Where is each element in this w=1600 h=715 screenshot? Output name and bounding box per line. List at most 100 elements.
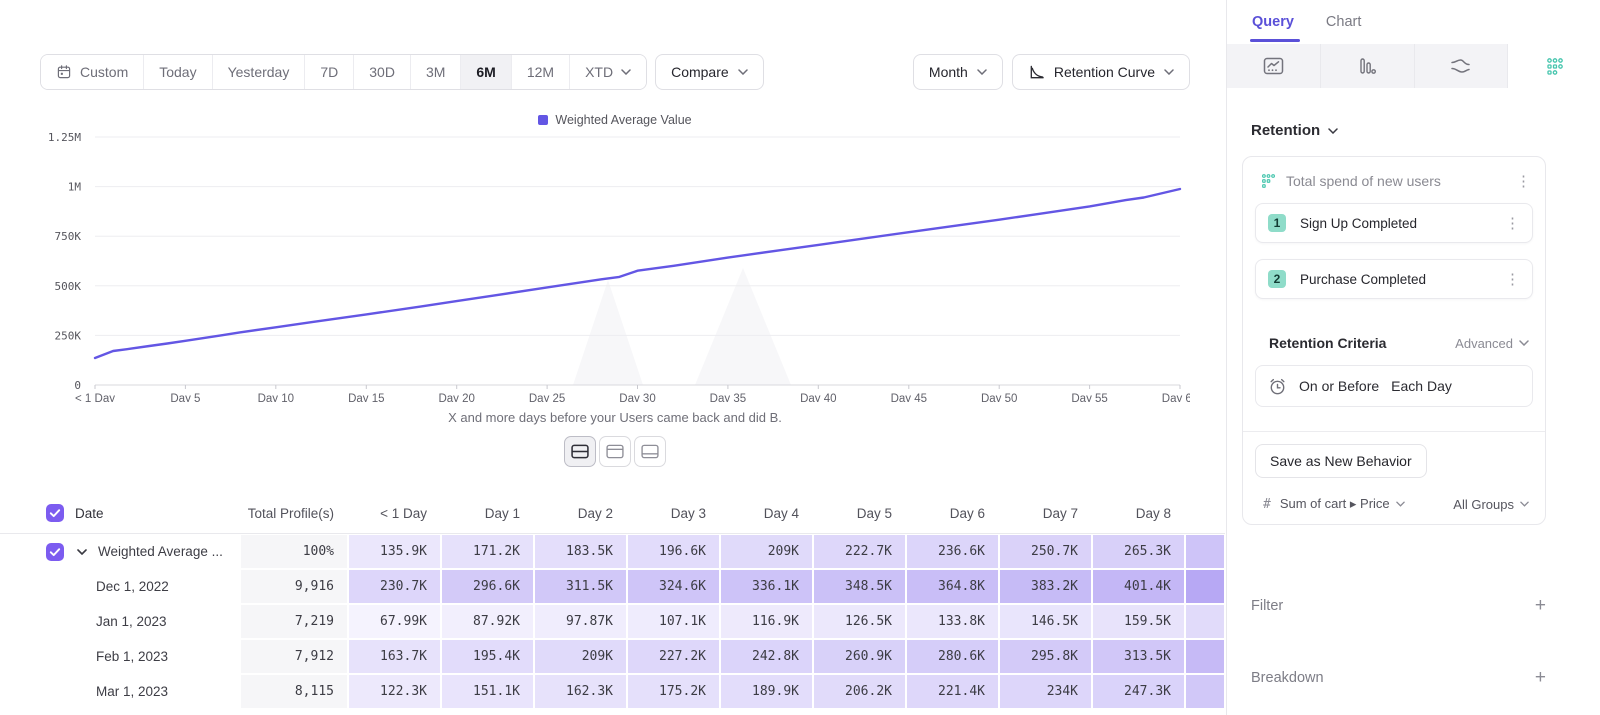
criteria-condition-label: On or Before	[1299, 378, 1379, 394]
range-12m[interactable]: 12M	[512, 55, 570, 89]
chart-type-button[interactable]: Retention Curve	[1012, 54, 1190, 90]
range-yesterday[interactable]: Yesterday	[213, 55, 306, 89]
retention-cell: 250.7K	[999, 534, 1092, 569]
column-header: Day 1	[441, 493, 534, 533]
svg-text:Day 30: Day 30	[619, 393, 655, 402]
row-label: Weighted Average ...	[87, 544, 223, 559]
table-row: Feb 1, 20237,912163.7K195.4K209K227.2K24…	[0, 639, 1225, 674]
behavior-card: Total spend of new users ⋮ 1 Sign Up Com…	[1242, 156, 1546, 525]
retention-cell: 107.1K	[627, 604, 720, 639]
report-main-area: CustomTodayYesterday7D30D3M6M12MXTD Comp…	[0, 0, 1226, 715]
select-all-checkbox[interactable]	[46, 504, 64, 522]
compare-button[interactable]: Compare	[655, 54, 764, 90]
range-custom[interactable]: Custom	[41, 55, 144, 89]
column-header: Day 6	[906, 493, 999, 533]
bar-chart-icon[interactable]	[1321, 44, 1415, 88]
retention-cell-clipped	[1185, 639, 1225, 674]
retention-cell: 265.3K	[1092, 534, 1185, 569]
chart-only-view-button[interactable]	[599, 436, 631, 467]
svg-text:500K: 500K	[55, 280, 82, 293]
retention-chart: 0250K500K750K1M1.25M< 1 DayDay 5Day 10Da…	[40, 130, 1190, 402]
retention-cell: 175.2K	[627, 674, 720, 709]
svg-text:Day 25: Day 25	[529, 393, 565, 402]
insights-chart-icon[interactable]	[1227, 44, 1321, 88]
retention-cell: 401.4K	[1092, 569, 1185, 604]
range-7d[interactable]: 7D	[305, 55, 354, 89]
step-sign-up-completed[interactable]: 1 Sign Up Completed ⋮	[1255, 203, 1533, 243]
column-header: Day 4	[720, 493, 813, 533]
add-filter-button[interactable]: +	[1535, 596, 1546, 615]
range-today[interactable]: Today	[144, 55, 212, 89]
retention-cell: 163.7K	[348, 639, 441, 674]
step-menu-button[interactable]: ⋮	[1505, 216, 1520, 231]
range-6m[interactable]: 6M	[461, 55, 511, 89]
behavior-title: Total spend of new users	[1286, 173, 1441, 189]
retention-section-dropdown[interactable]: Retention	[1251, 122, 1338, 139]
retention-report-app: CustomTodayYesterday7D30D3M6M12MXTD Comp…	[0, 0, 1600, 715]
column-header: Day 2	[534, 493, 627, 533]
view-toggle-group	[40, 436, 1190, 467]
flows-chart-icon[interactable]	[1415, 44, 1509, 88]
column-header: Total Profile(s)	[240, 493, 348, 533]
step-menu-button[interactable]: ⋮	[1505, 272, 1520, 287]
retention-cell-clipped	[1185, 604, 1225, 639]
svg-text:Day 5: Day 5	[170, 393, 200, 402]
retention-cell: 171.2K	[441, 534, 534, 569]
column-header-clipped	[1185, 493, 1225, 533]
retention-cell: 196.6K	[627, 534, 720, 569]
behavior-menu-button[interactable]: ⋮	[1516, 174, 1531, 189]
sidebar-tabs: Query Chart	[1227, 0, 1600, 44]
total-profiles-cell: 100%	[240, 534, 348, 569]
chevron-down-icon	[1519, 340, 1529, 346]
retention-cell: 221.4K	[906, 674, 999, 709]
property-dropdown[interactable]: Sum of cart ▸ Price	[1280, 496, 1405, 512]
add-breakdown-button[interactable]: +	[1535, 668, 1546, 687]
column-header: Day 5	[813, 493, 906, 533]
granularity-label: Month	[929, 64, 968, 80]
retention-chart-icon[interactable]	[1508, 44, 1600, 88]
tab-chart[interactable]: Chart	[1326, 0, 1361, 44]
retention-cell: 234K	[999, 674, 1092, 709]
row-expand-chevron[interactable]	[77, 549, 87, 555]
split-view-button[interactable]	[564, 436, 596, 467]
card-divider	[1243, 431, 1545, 432]
column-header: < 1 Day	[348, 493, 441, 533]
range-3m[interactable]: 3M	[411, 55, 461, 89]
retention-cell: 313.5K	[1092, 639, 1185, 674]
step-purchase-completed[interactable]: 2 Purchase Completed ⋮	[1255, 259, 1533, 299]
retention-cell-clipped	[1185, 569, 1225, 604]
retention-cell: 242.8K	[720, 639, 813, 674]
chart-type-label: Retention Curve	[1054, 64, 1155, 80]
row-label: Mar 1, 2023	[0, 684, 168, 699]
retention-cell-clipped	[1185, 674, 1225, 709]
column-header-date: Date	[0, 493, 240, 533]
svg-text:Day 10: Day 10	[258, 393, 294, 402]
retention-cell: 311.5K	[534, 569, 627, 604]
range-30d[interactable]: 30D	[354, 55, 411, 89]
criteria-condition-card[interactable]: On or Before Each Day	[1255, 365, 1533, 407]
retention-cell: 151.1K	[441, 674, 534, 709]
retention-line-chart: 0250K500K750K1M1.25M< 1 DayDay 5Day 10Da…	[40, 130, 1190, 402]
retention-cell: 348.5K	[813, 569, 906, 604]
row-checkbox[interactable]	[46, 543, 64, 561]
behavior-retention-icon	[1261, 173, 1276, 189]
save-as-new-behavior-button[interactable]: Save as New Behavior	[1255, 444, 1427, 478]
chevron-down-icon	[1396, 501, 1405, 507]
tab-query[interactable]: Query	[1252, 0, 1294, 44]
retention-cell: 383.2K	[999, 569, 1092, 604]
granularity-button[interactable]: Month	[913, 54, 1003, 90]
total-profiles-cell: 9,916	[240, 569, 348, 604]
step-label: Purchase Completed	[1300, 272, 1426, 287]
chart-type-icon-row	[1227, 44, 1600, 88]
all-groups-dropdown[interactable]: All Groups	[1453, 497, 1529, 512]
svg-text:750K: 750K	[55, 230, 82, 243]
svg-text:< 1 Day: < 1 Day	[75, 393, 115, 402]
retention-cell: 206.2K	[813, 674, 906, 709]
retention-cell: 87.92K	[441, 604, 534, 639]
retention-cell: 222.7K	[813, 534, 906, 569]
svg-text:1M: 1M	[68, 181, 82, 194]
range-xtd[interactable]: XTD	[570, 55, 646, 89]
filter-label: Filter	[1251, 598, 1283, 614]
table-only-view-button[interactable]	[634, 436, 666, 467]
advanced-dropdown[interactable]: Advanced	[1455, 336, 1529, 351]
